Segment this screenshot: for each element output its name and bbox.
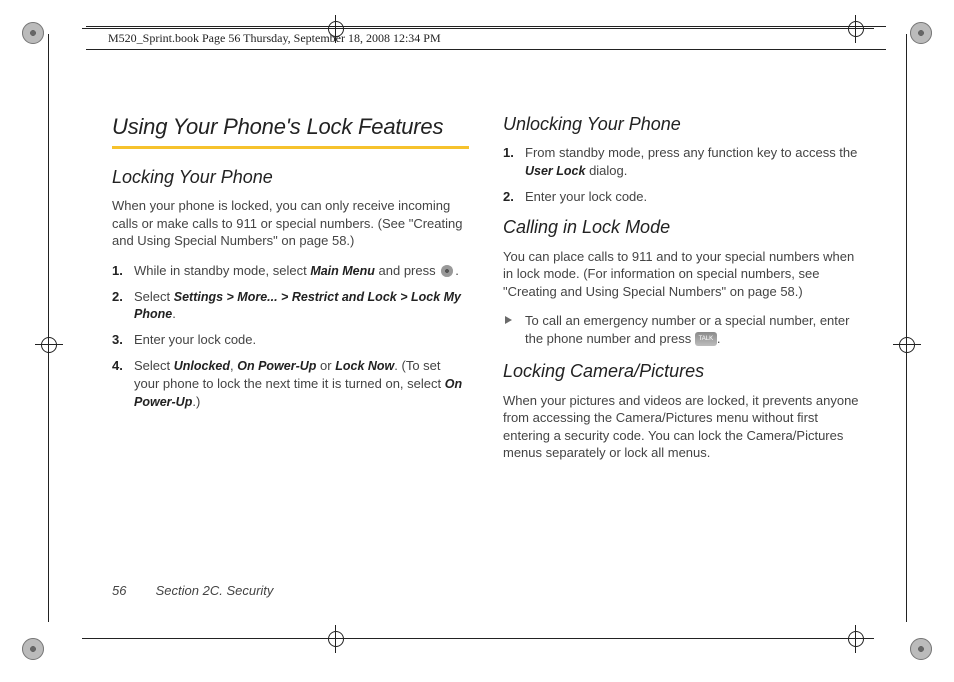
step-text: . xyxy=(455,263,459,278)
step-text: or xyxy=(316,358,335,373)
corner-gear-icon xyxy=(22,638,44,660)
ui-label: User Lock xyxy=(525,164,585,178)
body-text: You can place calls to 911 and to your s… xyxy=(503,248,860,301)
step-text: From standby mode, press any function ke… xyxy=(525,145,857,160)
corner-gear-icon xyxy=(22,22,44,44)
body-text: When your pictures and videos are locked… xyxy=(503,392,860,462)
page-title: Using Your Phone's Lock Features xyxy=(112,112,469,142)
step: 3. Enter your lock code. xyxy=(130,331,469,349)
heading-locking-camera: Locking Camera/Pictures xyxy=(503,359,860,383)
ui-label: Lock Now xyxy=(335,359,394,373)
step-text: Enter your lock code. xyxy=(525,189,647,204)
step: 1. While in standby mode, select Main Me… xyxy=(130,262,469,280)
ui-label: Settings > More... > Restrict and Lock >… xyxy=(134,290,461,322)
title-underline xyxy=(112,146,469,149)
column-left: Using Your Phone's Lock Features Locking… xyxy=(112,112,469,612)
corner-gear-icon xyxy=(910,22,932,44)
step-text: dialog. xyxy=(585,163,627,178)
ui-label: On Power-Up xyxy=(237,359,316,373)
step-text: Select xyxy=(134,358,174,373)
corner-gear-icon xyxy=(910,638,932,660)
step-text: Enter your lock code. xyxy=(134,332,256,347)
bullet-item: To call an emergency number or a special… xyxy=(521,312,860,347)
step-number: 1. xyxy=(112,262,123,280)
step-number: 3. xyxy=(112,331,123,349)
page-footer: 56 Section 2C. Security xyxy=(112,583,273,598)
page-body: Using Your Phone's Lock Features Locking… xyxy=(112,112,860,612)
steps-locking-phone: 1. While in standby mode, select Main Me… xyxy=(112,262,469,411)
steps-unlocking-phone: 1. From standby mode, press any function… xyxy=(503,144,860,205)
column-right: Unlocking Your Phone 1. From standby mod… xyxy=(503,112,860,612)
heading-unlocking-phone: Unlocking Your Phone xyxy=(503,112,860,136)
body-text: When your phone is locked, you can only … xyxy=(112,197,469,250)
step-number: 2. xyxy=(112,288,123,306)
bullet-list: To call an emergency number or a special… xyxy=(503,312,860,347)
heading-locking-phone: Locking Your Phone xyxy=(112,165,469,189)
step: 2. Select Settings > More... > Restrict … xyxy=(130,288,469,324)
step-number: 1. xyxy=(503,144,514,162)
heading-calling-lock-mode: Calling in Lock Mode xyxy=(503,215,860,239)
step-text: and press xyxy=(375,263,439,278)
talk-key-icon: TALK xyxy=(695,332,717,346)
section-label: Section 2C. Security xyxy=(156,583,274,598)
page-number: 56 xyxy=(112,583,152,598)
ui-label: Main Menu xyxy=(310,264,375,278)
step-number: 2. xyxy=(503,188,514,206)
step: 1. From standby mode, press any function… xyxy=(521,144,860,179)
nav-key-icon xyxy=(439,265,455,277)
step-text: While in standby mode, select xyxy=(134,263,310,278)
bullet-text: . xyxy=(717,331,721,346)
running-header: M520_Sprint.book Page 56 Thursday, Septe… xyxy=(86,26,886,50)
step: 2. Enter your lock code. xyxy=(521,188,860,206)
step: 4. Select Unlocked, On Power-Up or Lock … xyxy=(130,357,469,411)
ui-label: Unlocked xyxy=(174,359,230,373)
step-text: .) xyxy=(192,394,200,409)
step-text: Select xyxy=(134,289,174,304)
step-text: . xyxy=(172,306,176,321)
running-header-text: M520_Sprint.book Page 56 Thursday, Septe… xyxy=(108,31,441,46)
bullet-text: To call an emergency number or a special… xyxy=(525,313,849,346)
step-number: 4. xyxy=(112,357,123,375)
